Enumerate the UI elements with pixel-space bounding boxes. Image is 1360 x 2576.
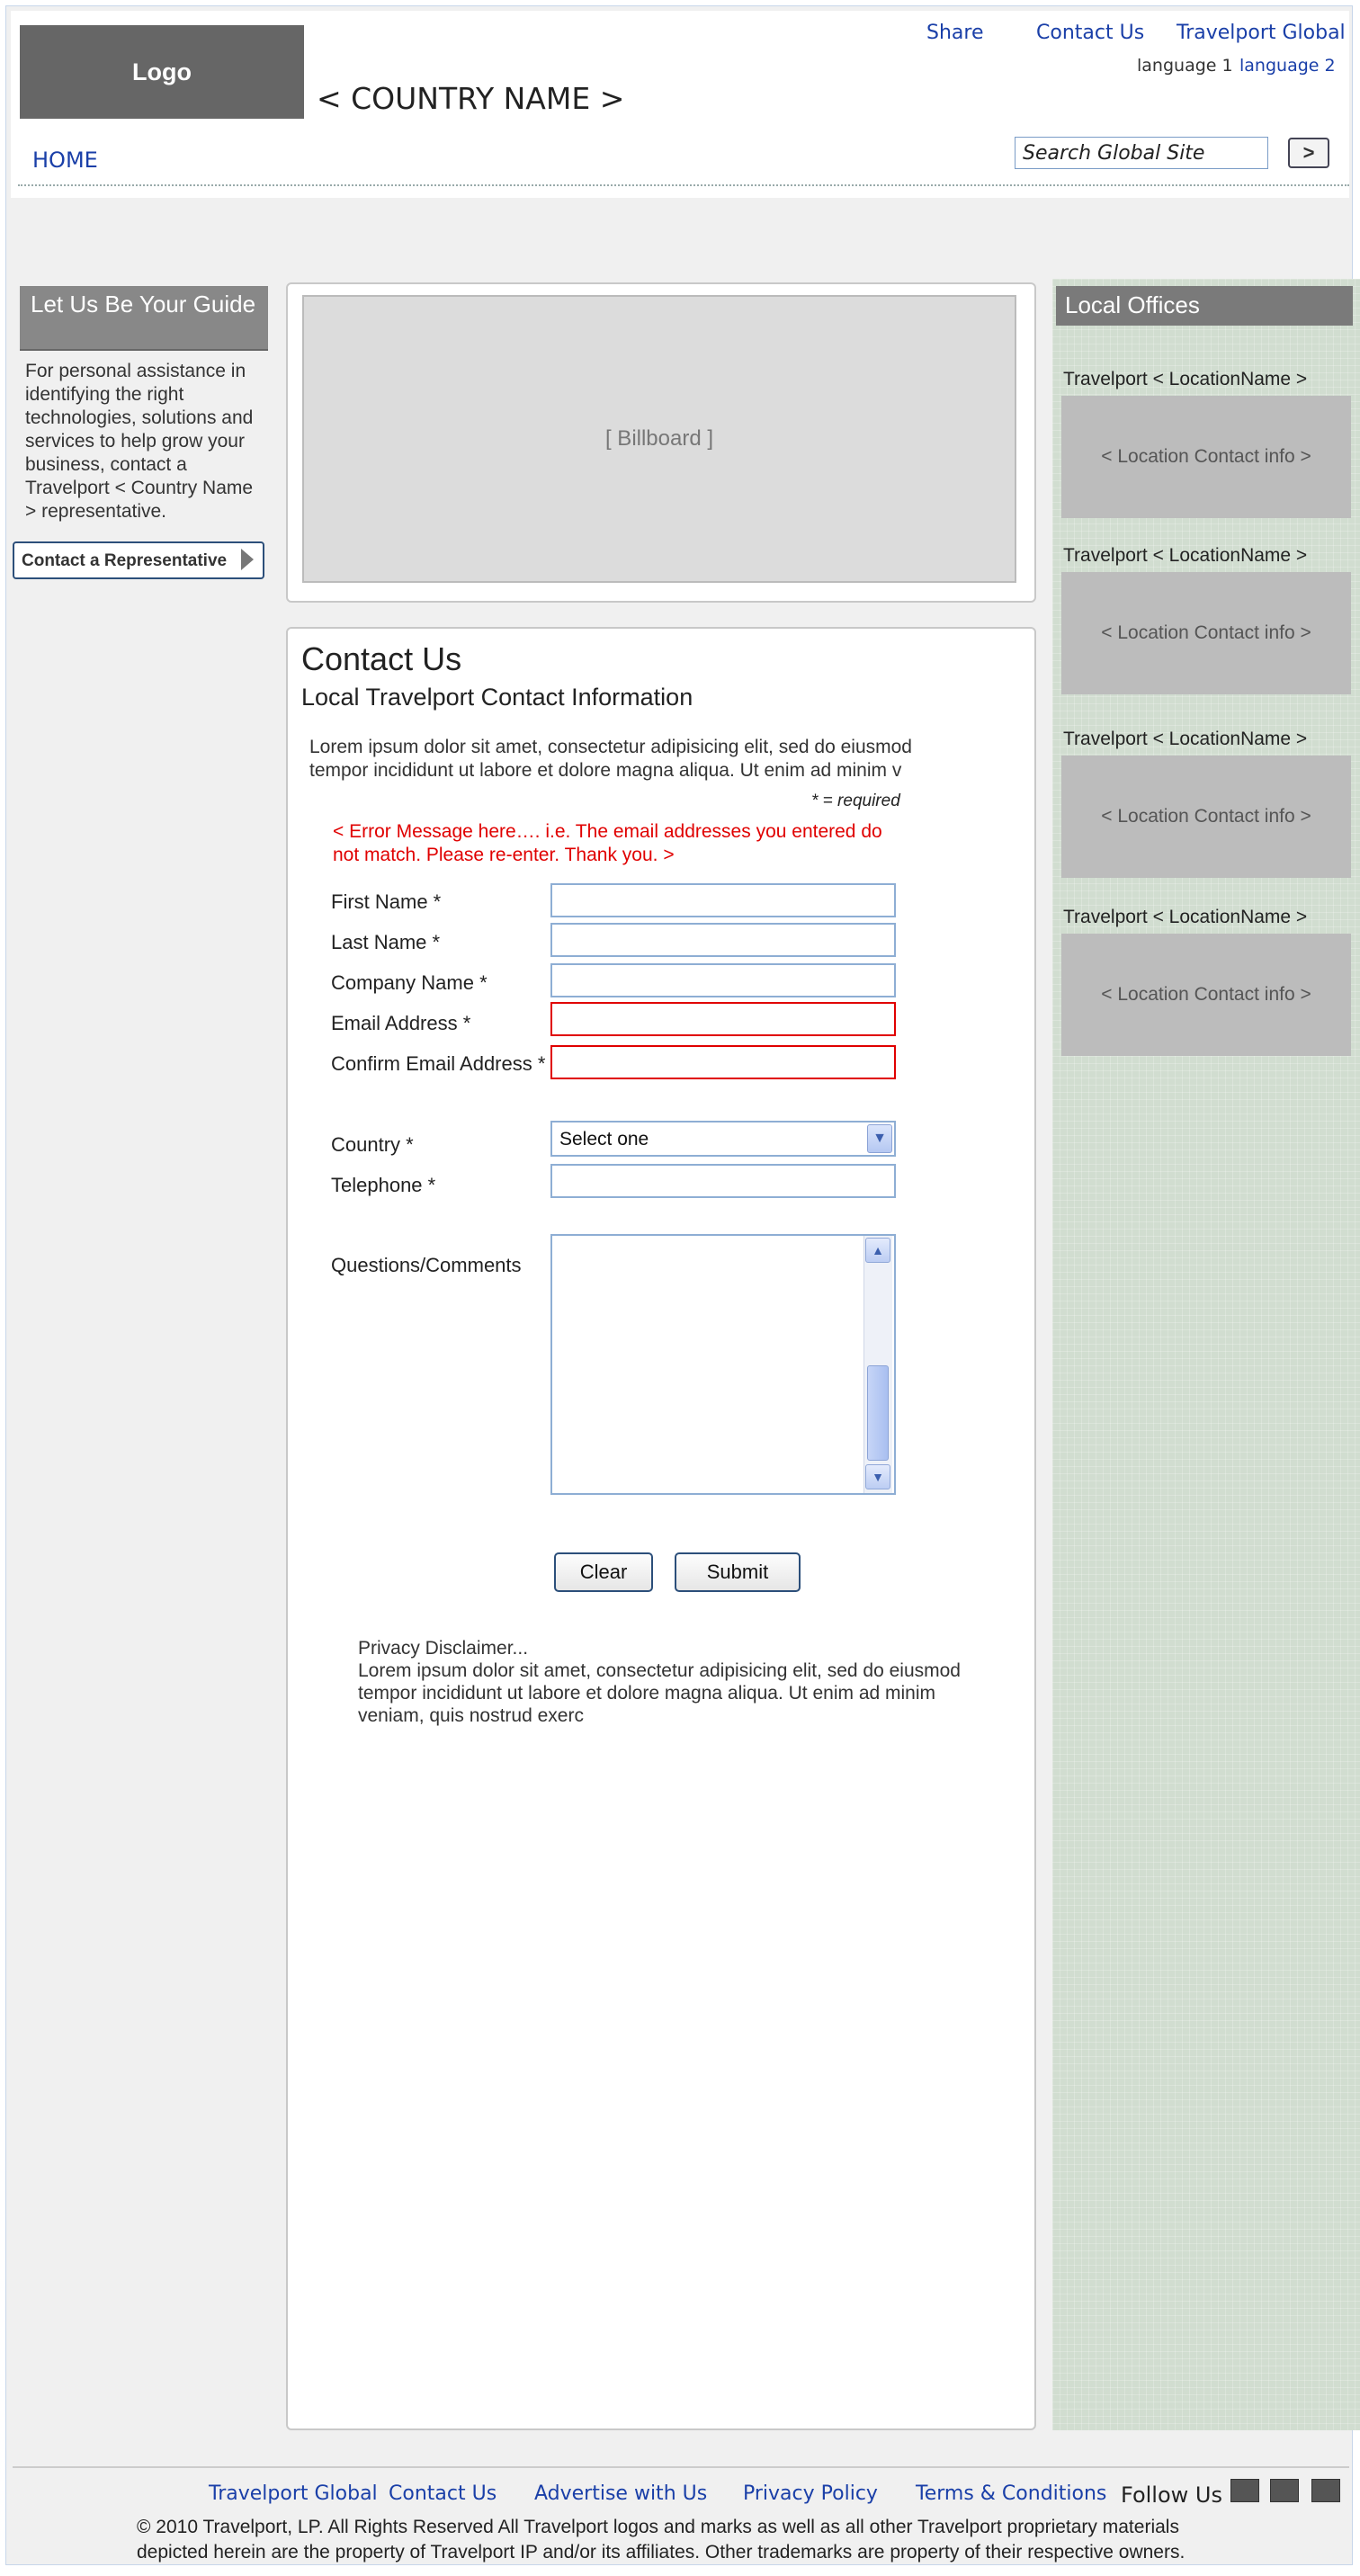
arrow-right-icon	[241, 549, 254, 570]
company-name-label: Company Name *	[331, 971, 488, 994]
telephone-label: Telephone *	[331, 1174, 436, 1196]
footer-terms-link[interactable]: Terms & Conditions	[916, 2482, 1106, 2505]
office-name: Travelport < LocationName >	[1063, 907, 1308, 927]
share-link[interactable]: Share	[926, 22, 984, 44]
country-name: < COUNTRY NAME >	[317, 81, 625, 116]
copyright-text: © 2010 Travelport, LP. All Rights Reserv…	[137, 2517, 1186, 2563]
scroll-up-icon[interactable]: ▲	[865, 1238, 890, 1263]
country-select[interactable]: Select one	[550, 1121, 896, 1157]
error-message: < Error Message here…. i.e. The email ad…	[333, 821, 882, 865]
last-name-field[interactable]	[550, 923, 896, 957]
office-contact-info: < Location Contact info >	[1061, 934, 1351, 1056]
company-name-field[interactable]	[550, 963, 896, 997]
office-name: Travelport < LocationName >	[1063, 369, 1308, 389]
office-name: Travelport < LocationName >	[1063, 729, 1308, 749]
footer-travelport-global-link[interactable]: Travelport Global	[209, 2482, 378, 2505]
office-name: Travelport < LocationName >	[1063, 545, 1308, 566]
footer-divider	[13, 2466, 1349, 2468]
search-go-button[interactable]: >	[1288, 138, 1329, 168]
telephone-field[interactable]	[550, 1164, 896, 1198]
nav-home[interactable]: HOME	[32, 148, 98, 173]
header-divider	[18, 184, 1349, 186]
language-1[interactable]: language 1	[1137, 56, 1233, 76]
social-icon-2[interactable]	[1270, 2479, 1299, 2502]
intro-text: Lorem ipsum dolor sit amet, consectetur …	[309, 737, 912, 781]
clear-button[interactable]: Clear	[554, 1552, 653, 1592]
confirm-email-label: Confirm Email Address *	[331, 1052, 546, 1075]
social-icon-1[interactable]	[1230, 2479, 1259, 2502]
contact-us-link[interactable]: Contact Us	[1036, 22, 1144, 44]
first-name-label: First Name *	[331, 890, 442, 913]
social-icon-3[interactable]	[1311, 2479, 1340, 2502]
office-contact-info: < Location Contact info >	[1061, 396, 1351, 518]
footer-advertise-link[interactable]: Advertise with Us	[534, 2482, 707, 2505]
logo[interactable]: Logo	[20, 25, 304, 119]
page-title: Contact Us	[301, 640, 462, 677]
office-contact-info: < Location Contact info >	[1061, 756, 1351, 878]
privacy-disclaimer: Privacy Disclaimer... Lorem ipsum dolor …	[358, 1637, 988, 1727]
first-name-field[interactable]	[550, 883, 896, 917]
language-2-link[interactable]: language 2	[1239, 56, 1336, 76]
footer-contact-us-link[interactable]: Contact Us	[389, 2482, 497, 2505]
billboard[interactable]: [ Billboard ]	[302, 295, 1016, 583]
search-input[interactable]	[1015, 137, 1268, 169]
chevron-down-icon[interactable]: ▼	[867, 1124, 892, 1153]
email-field[interactable]	[550, 1002, 896, 1036]
scroll-down-icon[interactable]: ▼	[865, 1464, 890, 1489]
contact-representative-button[interactable]: Contact a Representative	[13, 541, 264, 579]
footer-privacy-link[interactable]: Privacy Policy	[743, 2482, 878, 2505]
guide-text: For personal assistance in identifying t…	[25, 361, 254, 522]
email-label: Email Address *	[331, 1012, 471, 1034]
guide-title: Let Us Be Your Guide	[20, 286, 268, 351]
page-subtitle: Local Travelport Contact Information	[301, 684, 693, 711]
disclaimer-text: Lorem ipsum dolor sit amet, consectetur …	[358, 1660, 961, 1726]
submit-button[interactable]: Submit	[675, 1552, 801, 1592]
disclaimer-title: Privacy Disclaimer...	[358, 1638, 529, 1659]
confirm-email-field[interactable]	[550, 1045, 896, 1079]
travelport-global-link[interactable]: Travelport Global	[1177, 22, 1346, 44]
comments-textarea[interactable]	[550, 1234, 896, 1495]
comments-label: Questions/Comments	[331, 1254, 522, 1276]
local-offices-title: Local Offices	[1056, 286, 1353, 326]
scrollbar-thumb[interactable]	[867, 1365, 889, 1461]
last-name-label: Last Name *	[331, 931, 441, 953]
office-contact-info: < Location Contact info >	[1061, 572, 1351, 694]
follow-us-label: Follow Us	[1121, 2482, 1222, 2508]
required-note: * = required	[811, 792, 900, 810]
country-label: Country *	[331, 1133, 414, 1156]
